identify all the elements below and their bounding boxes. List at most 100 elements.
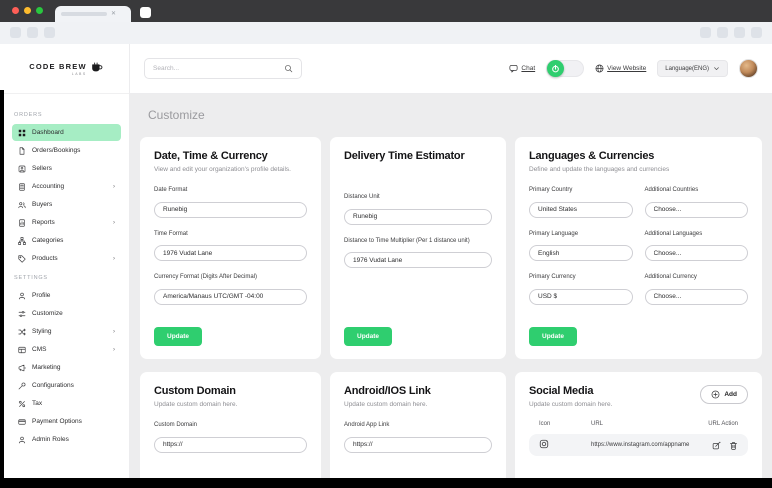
update-button[interactable]: Update <box>529 327 578 346</box>
sidebar-item-label: Admin Roles <box>32 436 69 443</box>
chevron-right-icon: › <box>113 346 115 353</box>
primary-currency-select[interactable] <box>529 288 633 305</box>
search-input[interactable] <box>153 65 278 72</box>
date-format-input[interactable] <box>154 201 307 218</box>
sidebar-item-label: Customize <box>32 310 63 317</box>
field-distance-unit: Distance Unit <box>344 194 492 225</box>
sidebar-item-marketing[interactable]: Marketing <box>12 359 121 376</box>
nav-section-label: SETTINGS <box>14 275 48 281</box>
styling-icon <box>18 328 26 336</box>
sidebar-item-label: CMS <box>32 346 47 353</box>
field-additional-languages: Additional Languages <box>644 231 748 261</box>
trash-icon[interactable] <box>729 441 738 450</box>
payment-icon <box>18 418 26 426</box>
sidebar-item-reports[interactable]: Reports › <box>12 214 121 231</box>
sidebar-item-tax[interactable]: Tax <box>12 395 121 412</box>
custom-domain-input[interactable] <box>154 436 307 453</box>
store-status-toggle[interactable] <box>546 60 585 77</box>
view-website-label: View Website <box>607 65 647 72</box>
sidebar-item-customize[interactable]: Customize <box>12 305 121 322</box>
edit-icon[interactable] <box>712 441 721 450</box>
social-table-header: Icon URL URL Action <box>539 421 738 427</box>
card-subtitle: Define and update the languages and curr… <box>529 166 670 173</box>
update-button[interactable]: Update <box>344 327 393 346</box>
sidebar-item-label: Categories <box>32 237 64 244</box>
tab-close-icon[interactable]: ✕ <box>111 11 116 17</box>
close-window-button[interactable] <box>12 7 19 14</box>
chat-link[interactable]: Chat <box>509 64 535 73</box>
card-custom-domain: Custom Domain Update custom domain here.… <box>140 372 321 478</box>
sidebar-item-admin-roles[interactable]: Admin Roles <box>12 431 121 448</box>
sidebar-item-products[interactable]: Products › <box>12 250 121 267</box>
primary-language-select[interactable] <box>529 245 633 261</box>
sidebar-item-cms[interactable]: CMS › <box>12 341 121 358</box>
tag-icon <box>18 254 26 263</box>
user-avatar[interactable] <box>739 59 758 78</box>
field-primary-currency: Primary Currency <box>529 274 633 305</box>
time-format-input[interactable] <box>154 245 307 261</box>
sidebar-item-orders-bookings[interactable]: Orders/Bookings <box>12 142 121 159</box>
megaphone-icon <box>18 364 26 372</box>
chevron-down-icon <box>713 65 720 72</box>
card-subtitle <box>344 166 492 174</box>
tab-title-placeholder <box>61 12 107 16</box>
chevron-right-icon: › <box>113 219 115 226</box>
sidebar-item-configurations[interactable]: Configurations <box>12 377 121 394</box>
plus-circle-icon <box>711 390 720 399</box>
field-primary-country: Primary Country <box>529 187 633 218</box>
sidebar-item-dashboard[interactable]: Dashboard <box>12 124 121 141</box>
view-website-link[interactable]: View Website <box>595 64 646 73</box>
field-additional-countries: Additional Countries <box>644 187 748 218</box>
minimize-window-button[interactable] <box>24 7 31 14</box>
field-custom-domain: Custom Domain <box>154 422 307 453</box>
chat-label: Chat <box>521 65 536 72</box>
admin-icon <box>18 436 26 444</box>
sidebar-item-label: Sellers <box>32 165 52 172</box>
sidebar-item-label: Accounting <box>32 183 65 190</box>
sidebar-item-categories[interactable]: Categories <box>12 232 121 249</box>
additional-languages-select[interactable] <box>644 245 748 261</box>
distance-time-multiplier-input[interactable] <box>344 252 492 268</box>
card-title: Custom Domain <box>154 385 236 397</box>
language-label: Language(ENG) <box>665 65 709 72</box>
nav-section-label: ORDERS <box>14 112 43 118</box>
distance-unit-input[interactable] <box>344 208 492 225</box>
sliders-icon <box>18 310 26 318</box>
percent-icon <box>18 400 26 408</box>
seller-icon <box>18 165 26 173</box>
add-social-button[interactable]: Add <box>700 385 748 404</box>
additional-currency-select[interactable] <box>644 288 748 305</box>
search-icon <box>284 64 293 73</box>
update-button[interactable]: Update <box>154 327 203 346</box>
sidebar-item-buyers[interactable]: Buyers <box>12 196 121 213</box>
sidebar-item-label: Payment Options <box>32 418 82 425</box>
nav-back-placeholder <box>10 27 21 38</box>
new-tab-button[interactable] <box>140 7 151 18</box>
power-icon <box>551 64 560 73</box>
sidebar-item-payment-options[interactable]: Payment Options <box>12 413 121 430</box>
card-subtitle: Update custom domain here. <box>529 401 613 408</box>
sidebar-item-label: Configurations <box>32 382 74 389</box>
nav-forward-placeholder <box>27 27 38 38</box>
maximize-window-button[interactable] <box>36 7 43 14</box>
primary-country-select[interactable] <box>529 201 633 218</box>
chevron-right-icon: › <box>113 183 115 190</box>
toggle-knob[interactable] <box>547 60 565 77</box>
brand-logo[interactable]: CODE BREW LABS <box>4 44 129 94</box>
additional-countries-select[interactable] <box>644 201 748 218</box>
sidebar-item-styling[interactable]: Styling › <box>12 323 121 340</box>
currency-format-input[interactable] <box>154 288 307 305</box>
field-distance-time-multiplier: Distance to Time Multiplier (Per 1 dista… <box>344 238 492 268</box>
sidebar-item-sellers[interactable]: Sellers <box>12 160 121 177</box>
browser-toolbar <box>0 22 772 44</box>
sidebar-item-accounting[interactable]: Accounting › <box>12 178 121 195</box>
card-delivery-time-estimator: Delivery Time Estimator Distance Unit Di… <box>330 137 506 359</box>
search-box[interactable] <box>144 58 302 79</box>
user-icon <box>18 292 26 300</box>
browser-tab[interactable]: ✕ <box>55 6 131 22</box>
android-app-link-input[interactable] <box>344 436 492 453</box>
language-selector[interactable]: Language(ENG) <box>657 60 728 77</box>
chevron-right-icon: › <box>113 328 115 335</box>
sidebar-item-profile[interactable]: Profile <box>12 287 121 304</box>
toolbar-menu-placeholder <box>751 27 762 38</box>
